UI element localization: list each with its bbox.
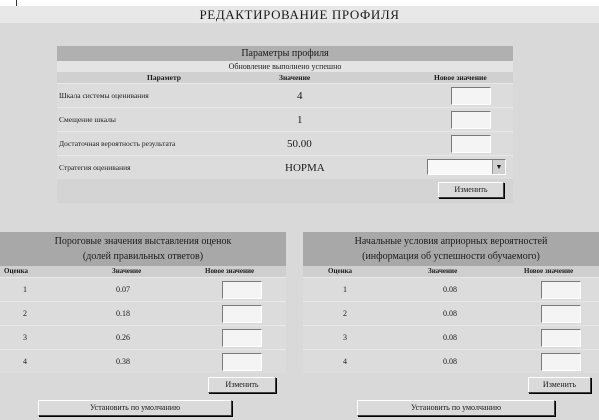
prior-row: 2 0.08 (303, 301, 599, 325)
profile-column-headers: Параметр Значение Новое значение (57, 72, 513, 83)
priors-default-button[interactable]: Установить по умолчанию (357, 400, 555, 416)
profile-panel-header: Параметры профиля (57, 46, 513, 61)
grade: 1 (343, 285, 347, 294)
threshold-row: 4 0.38 (0, 349, 286, 373)
grade: 3 (23, 333, 27, 342)
grade-column-header: Оценка (4, 267, 29, 275)
priors-column-headers: Оценка Значение Новое значение (303, 266, 599, 277)
value-column-header: Значение (279, 73, 311, 82)
new-value-column-header: Новое значение (524, 267, 574, 275)
probability-new-value-input[interactable] (451, 135, 491, 153)
threshold-value: 0.26 (116, 333, 130, 342)
param-name: Смещение шкалы (59, 115, 116, 124)
grade: 4 (343, 357, 347, 366)
grade: 2 (23, 309, 27, 318)
priors-title: Начальные условия априорных вероятностей (354, 236, 548, 247)
thresholds-header: Пороговые значения выставления оценок (д… (0, 232, 286, 266)
threshold-1-input[interactable] (222, 281, 262, 299)
prior-value: 0.08 (443, 357, 457, 366)
priors-header: Начальные условия априорных вероятностей… (303, 232, 599, 266)
prior-value: 0.08 (443, 309, 457, 318)
threshold-4-input[interactable] (222, 353, 262, 371)
profile-editor-window: РЕДАКТИРОВАНИЕ ПРОФИЛЯ Параметры профиля… (0, 6, 599, 420)
priors-change-button[interactable]: Изменить (528, 377, 591, 393)
grade: 4 (23, 357, 27, 366)
profile-row-strategy: Стратегия оценивания НОРМА ▼ (57, 155, 513, 179)
new-value-column-header: Новое значение (434, 73, 487, 82)
threshold-value: 0.18 (116, 309, 130, 318)
profile-row-offset: Смещение шкалы 1 (57, 107, 513, 131)
new-value-column-header: Новое значение (205, 267, 255, 275)
grade-column-header: Оценка (328, 267, 353, 275)
chevron-down-icon[interactable]: ▼ (492, 160, 505, 174)
profile-row-scale: Шкала системы оценивания 4 (57, 83, 513, 107)
threshold-value: 0.07 (116, 285, 130, 294)
grade: 3 (343, 333, 347, 342)
prior-2-input[interactable] (541, 305, 581, 323)
param-name: Шкала системы оценивания (59, 91, 149, 100)
param-value: 50.00 (287, 138, 312, 150)
param-value: 1 (297, 114, 303, 126)
param-name: Достаточная вероятность результата (59, 139, 176, 148)
prior-row: 4 0.08 (303, 349, 599, 373)
thresholds-subtitle: (долей правильных ответов) (82, 251, 204, 262)
prior-3-input[interactable] (541, 329, 581, 347)
priors-panel: Начальные условия априорных вероятностей… (303, 232, 599, 420)
thresholds-change-button[interactable]: Изменить (208, 377, 276, 393)
offset-new-value-input[interactable] (451, 111, 491, 129)
param-value: 4 (297, 90, 303, 102)
grade: 2 (343, 309, 347, 318)
threshold-value: 0.38 (116, 357, 130, 366)
thresholds-default-button[interactable]: Установить по умолчанию (38, 400, 232, 416)
priors-subtitle: (информация об успешности обучаемого) (362, 251, 540, 262)
prior-value: 0.08 (443, 285, 457, 294)
update-status-message: Обновление выполнено успешно (57, 61, 513, 72)
profile-change-button[interactable]: Изменить (438, 182, 504, 198)
prior-row: 3 0.08 (303, 325, 599, 349)
threshold-2-input[interactable] (222, 305, 262, 323)
value-column-header: Значение (112, 267, 142, 275)
prior-value: 0.08 (443, 333, 457, 342)
param-column-header: Параметр (147, 73, 181, 82)
profile-button-row: Изменить (57, 179, 513, 203)
thresholds-title: Пороговые значения выставления оценок (54, 236, 232, 247)
thresholds-panel: Пороговые значения выставления оценок (д… (0, 232, 286, 420)
thresholds-column-headers: Оценка Значение Новое значение (0, 266, 286, 277)
grade: 1 (23, 285, 27, 294)
profile-row-probability: Достаточная вероятность результата 50.00 (57, 131, 513, 155)
page-title: РЕДАКТИРОВАНИЕ ПРОФИЛЯ (199, 7, 400, 22)
prior-4-input[interactable] (541, 353, 581, 371)
profile-parameters-panel: Параметры профиля Обновление выполнено у… (57, 46, 513, 218)
param-value: НОРМА (285, 162, 325, 174)
prior-1-input[interactable] (541, 281, 581, 299)
threshold-row: 2 0.18 (0, 301, 286, 325)
strategy-select[interactable]: ▼ (427, 159, 506, 175)
threshold-row: 3 0.26 (0, 325, 286, 349)
value-column-header: Значение (428, 267, 458, 275)
title-bar: РЕДАКТИРОВАНИЕ ПРОФИЛЯ (0, 6, 599, 23)
scale-new-value-input[interactable] (451, 87, 491, 105)
param-name: Стратегия оценивания (59, 163, 131, 172)
threshold-row: 1 0.07 (0, 277, 286, 301)
threshold-3-input[interactable] (222, 329, 262, 347)
prior-row: 1 0.08 (303, 277, 599, 301)
